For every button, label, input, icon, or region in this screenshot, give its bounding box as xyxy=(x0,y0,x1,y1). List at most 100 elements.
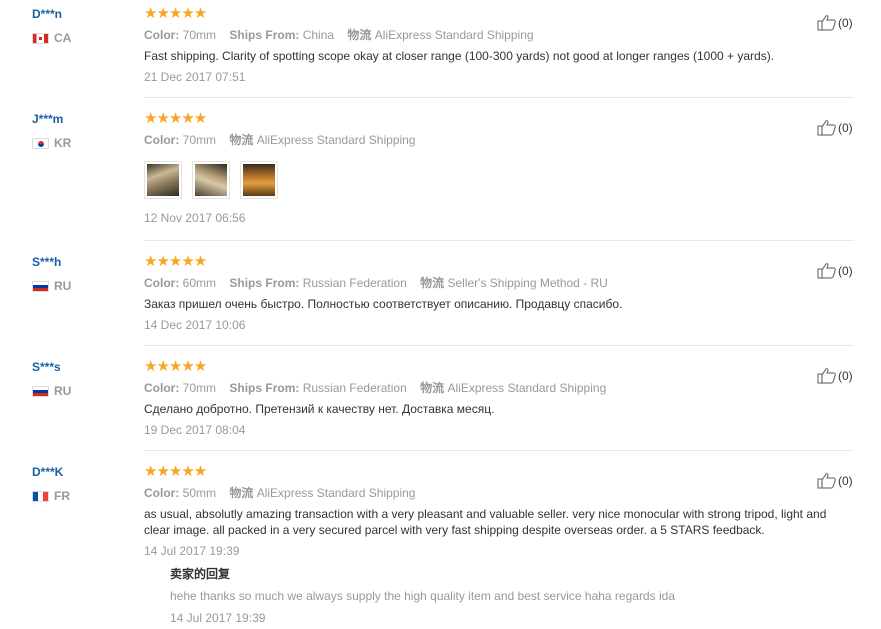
thumbs-up-icon xyxy=(817,15,836,31)
star-rating: ★★★★★ xyxy=(144,110,207,127)
reviewer-info: S***s RU xyxy=(32,359,71,398)
color-label: Color: xyxy=(144,486,180,500)
seller-reply: 卖家的回复 hehe thanks so much we always supp… xyxy=(170,566,675,626)
reviewer-name: S***s xyxy=(32,360,61,374)
logistics-label: 物流 xyxy=(420,276,445,290)
logistics-label: 物流 xyxy=(420,381,445,395)
logistics-value: AliExpress Standard Shipping xyxy=(256,486,416,500)
color-value: 70mm xyxy=(182,133,217,147)
review-photo-thumbnail[interactable] xyxy=(192,161,230,199)
country-code: RU xyxy=(54,384,72,398)
review-photos xyxy=(144,161,844,199)
star-rating: ★★★★★ xyxy=(144,5,207,22)
reviewer-country: RU xyxy=(32,384,71,398)
thumbs-up-icon xyxy=(817,368,836,384)
review-text: Заказ пришел очень быстро. Полностью соо… xyxy=(144,297,623,311)
thumbs-up-icon xyxy=(817,120,836,136)
color-value: 70mm xyxy=(182,28,217,42)
color-value: 60mm xyxy=(182,276,217,290)
helpful-button[interactable]: (0) xyxy=(817,119,853,136)
helpful-count: (0) xyxy=(838,15,853,30)
color-label: Color: xyxy=(144,276,180,290)
review-body: ★★★★★ Color: 70mm Ships From: China 物流 A… xyxy=(144,6,844,85)
ships-from-value: China xyxy=(302,28,335,42)
review-body: ★★★★★ Color: 70mm Ships From: Russian Fe… xyxy=(144,359,844,438)
seller-reply-text: hehe thanks so much we always supply the… xyxy=(170,589,675,603)
order-attributes: Color: 70mm Ships From: China 物流 AliExpr… xyxy=(144,27,844,43)
flag-kr-icon xyxy=(32,137,49,149)
country-code: RU xyxy=(54,279,72,293)
reviewer-info: D***n CA xyxy=(32,6,71,45)
logistics-value: Seller's Shipping Method - RU xyxy=(447,276,608,290)
country-code: FR xyxy=(54,489,70,503)
flag-ru-icon xyxy=(32,280,49,292)
logistics-label: 物流 xyxy=(229,486,254,500)
logistics-value: AliExpress Standard Shipping xyxy=(256,133,416,147)
reviewer-name: J***m xyxy=(32,112,64,126)
ships-from-label: Ships From: xyxy=(229,28,300,42)
logistics-value: AliExpress Standard Shipping xyxy=(374,28,534,42)
country-code: KR xyxy=(54,136,72,150)
star-rating: ★★★★★ xyxy=(144,358,207,375)
review-date: 14 Dec 2017 10:06 xyxy=(144,318,246,332)
divider xyxy=(144,345,854,346)
color-label: Color: xyxy=(144,28,180,42)
logistics-value: AliExpress Standard Shipping xyxy=(447,381,607,395)
order-attributes: Color: 50mm 物流 AliExpress Standard Shipp… xyxy=(144,485,844,501)
review-text: Сделано добротно. Претензий к качеству н… xyxy=(144,402,495,416)
ships-from-value: Russian Federation xyxy=(302,276,407,290)
ships-from-label: Ships From: xyxy=(229,276,300,290)
reviewer-name: S***h xyxy=(32,255,62,269)
review-body: ★★★★★ Color: 60mm Ships From: Russian Fe… xyxy=(144,254,844,333)
seller-reply-date: 14 Jul 2017 19:39 xyxy=(170,611,266,625)
reviewer-name: D***n xyxy=(32,7,63,21)
review-date: 12 Nov 2017 06:56 xyxy=(144,211,246,225)
helpful-count: (0) xyxy=(838,120,853,135)
color-value: 50mm xyxy=(182,486,217,500)
flag-ru-icon xyxy=(32,385,49,397)
logistics-label: 物流 xyxy=(347,28,372,42)
reviewer-country: FR xyxy=(32,489,70,503)
ships-from-value: Russian Federation xyxy=(302,381,407,395)
reviewer-country: RU xyxy=(32,279,71,293)
review-photo-thumbnail[interactable] xyxy=(144,161,182,199)
order-attributes: Color: 60mm Ships From: Russian Federati… xyxy=(144,275,844,291)
helpful-count: (0) xyxy=(838,473,853,488)
review-body: ★★★★★ Color: 70mm 物流 AliExpress Standard… xyxy=(144,111,844,226)
helpful-count: (0) xyxy=(838,368,853,383)
review-body: ★★★★★ Color: 50mm 物流 AliExpress Standard… xyxy=(144,464,844,559)
star-rating: ★★★★★ xyxy=(144,253,207,270)
color-label: Color: xyxy=(144,133,180,147)
review-date: 19 Dec 2017 08:04 xyxy=(144,423,246,437)
helpful-button[interactable]: (0) xyxy=(817,472,853,489)
ships-from-label: Ships From: xyxy=(229,381,300,395)
thumbs-up-icon xyxy=(817,473,836,489)
helpful-button[interactable]: (0) xyxy=(817,262,853,279)
flag-fr-icon xyxy=(32,490,49,502)
reviewer-info: J***m KR xyxy=(32,111,71,150)
review-photo-thumbnail[interactable] xyxy=(240,161,278,199)
review-date: 14 Jul 2017 19:39 xyxy=(144,544,240,558)
reviewer-info: S***h RU xyxy=(32,254,71,293)
review-text: Fast shipping. Clarity of spotting scope… xyxy=(144,49,775,63)
helpful-button[interactable]: (0) xyxy=(817,367,853,384)
reviewer-country: CA xyxy=(32,31,71,45)
review-text: as usual, absolutly amazing transaction … xyxy=(144,507,827,537)
reviewer-info: D***K FR xyxy=(32,464,70,503)
thumbs-up-icon xyxy=(817,263,836,279)
flag-ca-icon xyxy=(32,32,49,44)
seller-reply-title: 卖家的回复 xyxy=(170,567,231,581)
order-attributes: Color: 70mm Ships From: Russian Federati… xyxy=(144,380,844,396)
helpful-button[interactable]: (0) xyxy=(817,14,853,31)
color-label: Color: xyxy=(144,381,180,395)
order-attributes: Color: 70mm 物流 AliExpress Standard Shipp… xyxy=(144,132,844,148)
divider xyxy=(144,240,854,241)
review-date: 21 Dec 2017 07:51 xyxy=(144,70,246,84)
divider xyxy=(144,450,854,451)
helpful-count: (0) xyxy=(838,263,853,278)
country-code: CA xyxy=(54,31,72,45)
reviewer-name: D***K xyxy=(32,465,64,479)
color-value: 70mm xyxy=(182,381,217,395)
star-rating: ★★★★★ xyxy=(144,463,207,480)
reviewer-country: KR xyxy=(32,136,71,150)
